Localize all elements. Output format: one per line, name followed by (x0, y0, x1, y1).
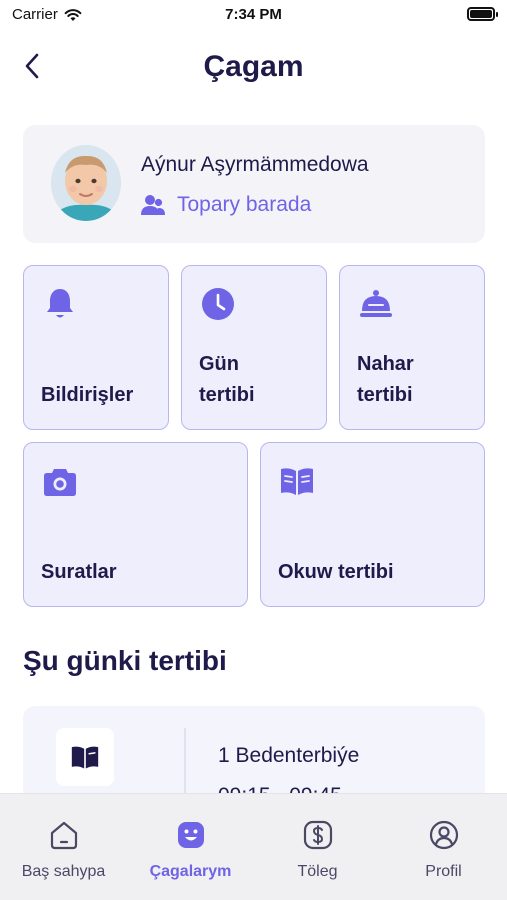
tab-home[interactable]: Baş sahypa (0, 794, 127, 900)
bell-icon (47, 289, 73, 318)
schedule-item-title: 1 Bedenterbiýe (218, 744, 360, 767)
status-bar: Carrier 7:34 PM (0, 0, 507, 30)
tile-daily-schedule-label: Gün tertibi (199, 353, 255, 406)
user-icon (429, 820, 458, 850)
header: Çagam (0, 40, 507, 94)
avatar[interactable] (51, 145, 121, 221)
tile-meal-schedule-label: Nahar tertibi (357, 353, 414, 406)
status-time: 7:34 PM (225, 6, 282, 23)
home-icon (50, 821, 77, 850)
tile-study-schedule[interactable]: Okuw tertibi (260, 442, 485, 607)
page-title: Çagam (203, 50, 304, 83)
tab-payment-label: Töleg (297, 863, 338, 880)
clock-icon (202, 288, 234, 320)
tab-payment[interactable]: Töleg (254, 794, 381, 900)
today-schedule-heading: Şu günki tertibi (23, 645, 227, 676)
tab-profile-label: Profil (425, 863, 462, 880)
tab-bar: Baş sahypa Çagalarym Töleg Profil (0, 793, 507, 900)
child-profile-card: Aýnur Aşyrmämmedowa Topary barada (23, 125, 485, 243)
users-icon (141, 195, 165, 215)
tab-my-children-label: Çagalarym (149, 863, 232, 880)
child-photo (51, 145, 121, 221)
tile-study-schedule-label: Okuw tertibi (278, 561, 394, 583)
camera-icon (44, 469, 76, 496)
tile-photos[interactable]: Suratlar (23, 442, 248, 607)
group-info-link[interactable]: Topary barada (141, 193, 311, 217)
tile-meal-schedule[interactable]: Nahar tertibi (339, 265, 485, 430)
tile-photos-label: Suratlar (41, 561, 117, 583)
dollar-icon (303, 820, 332, 850)
group-link-label: Topary barada (177, 193, 312, 216)
tile-daily-schedule[interactable]: Gün tertibi (181, 265, 327, 430)
cloche-icon (360, 290, 392, 317)
tab-profile[interactable]: Profil (380, 794, 507, 900)
tile-notifications[interactable]: Bildirişler (23, 265, 169, 430)
tile-notifications-label: Bildirişler (41, 384, 134, 406)
schedule-item-icon-box (56, 728, 114, 786)
battery-icon (467, 7, 498, 21)
tab-my-children[interactable]: Çagalarym (127, 794, 254, 900)
book-icon (71, 746, 99, 769)
book-icon (281, 468, 313, 495)
tab-home-label: Baş sahypa (21, 863, 106, 880)
child-name: Aýnur Aşyrmämmedowa (141, 153, 369, 176)
smiley-icon (177, 822, 204, 848)
